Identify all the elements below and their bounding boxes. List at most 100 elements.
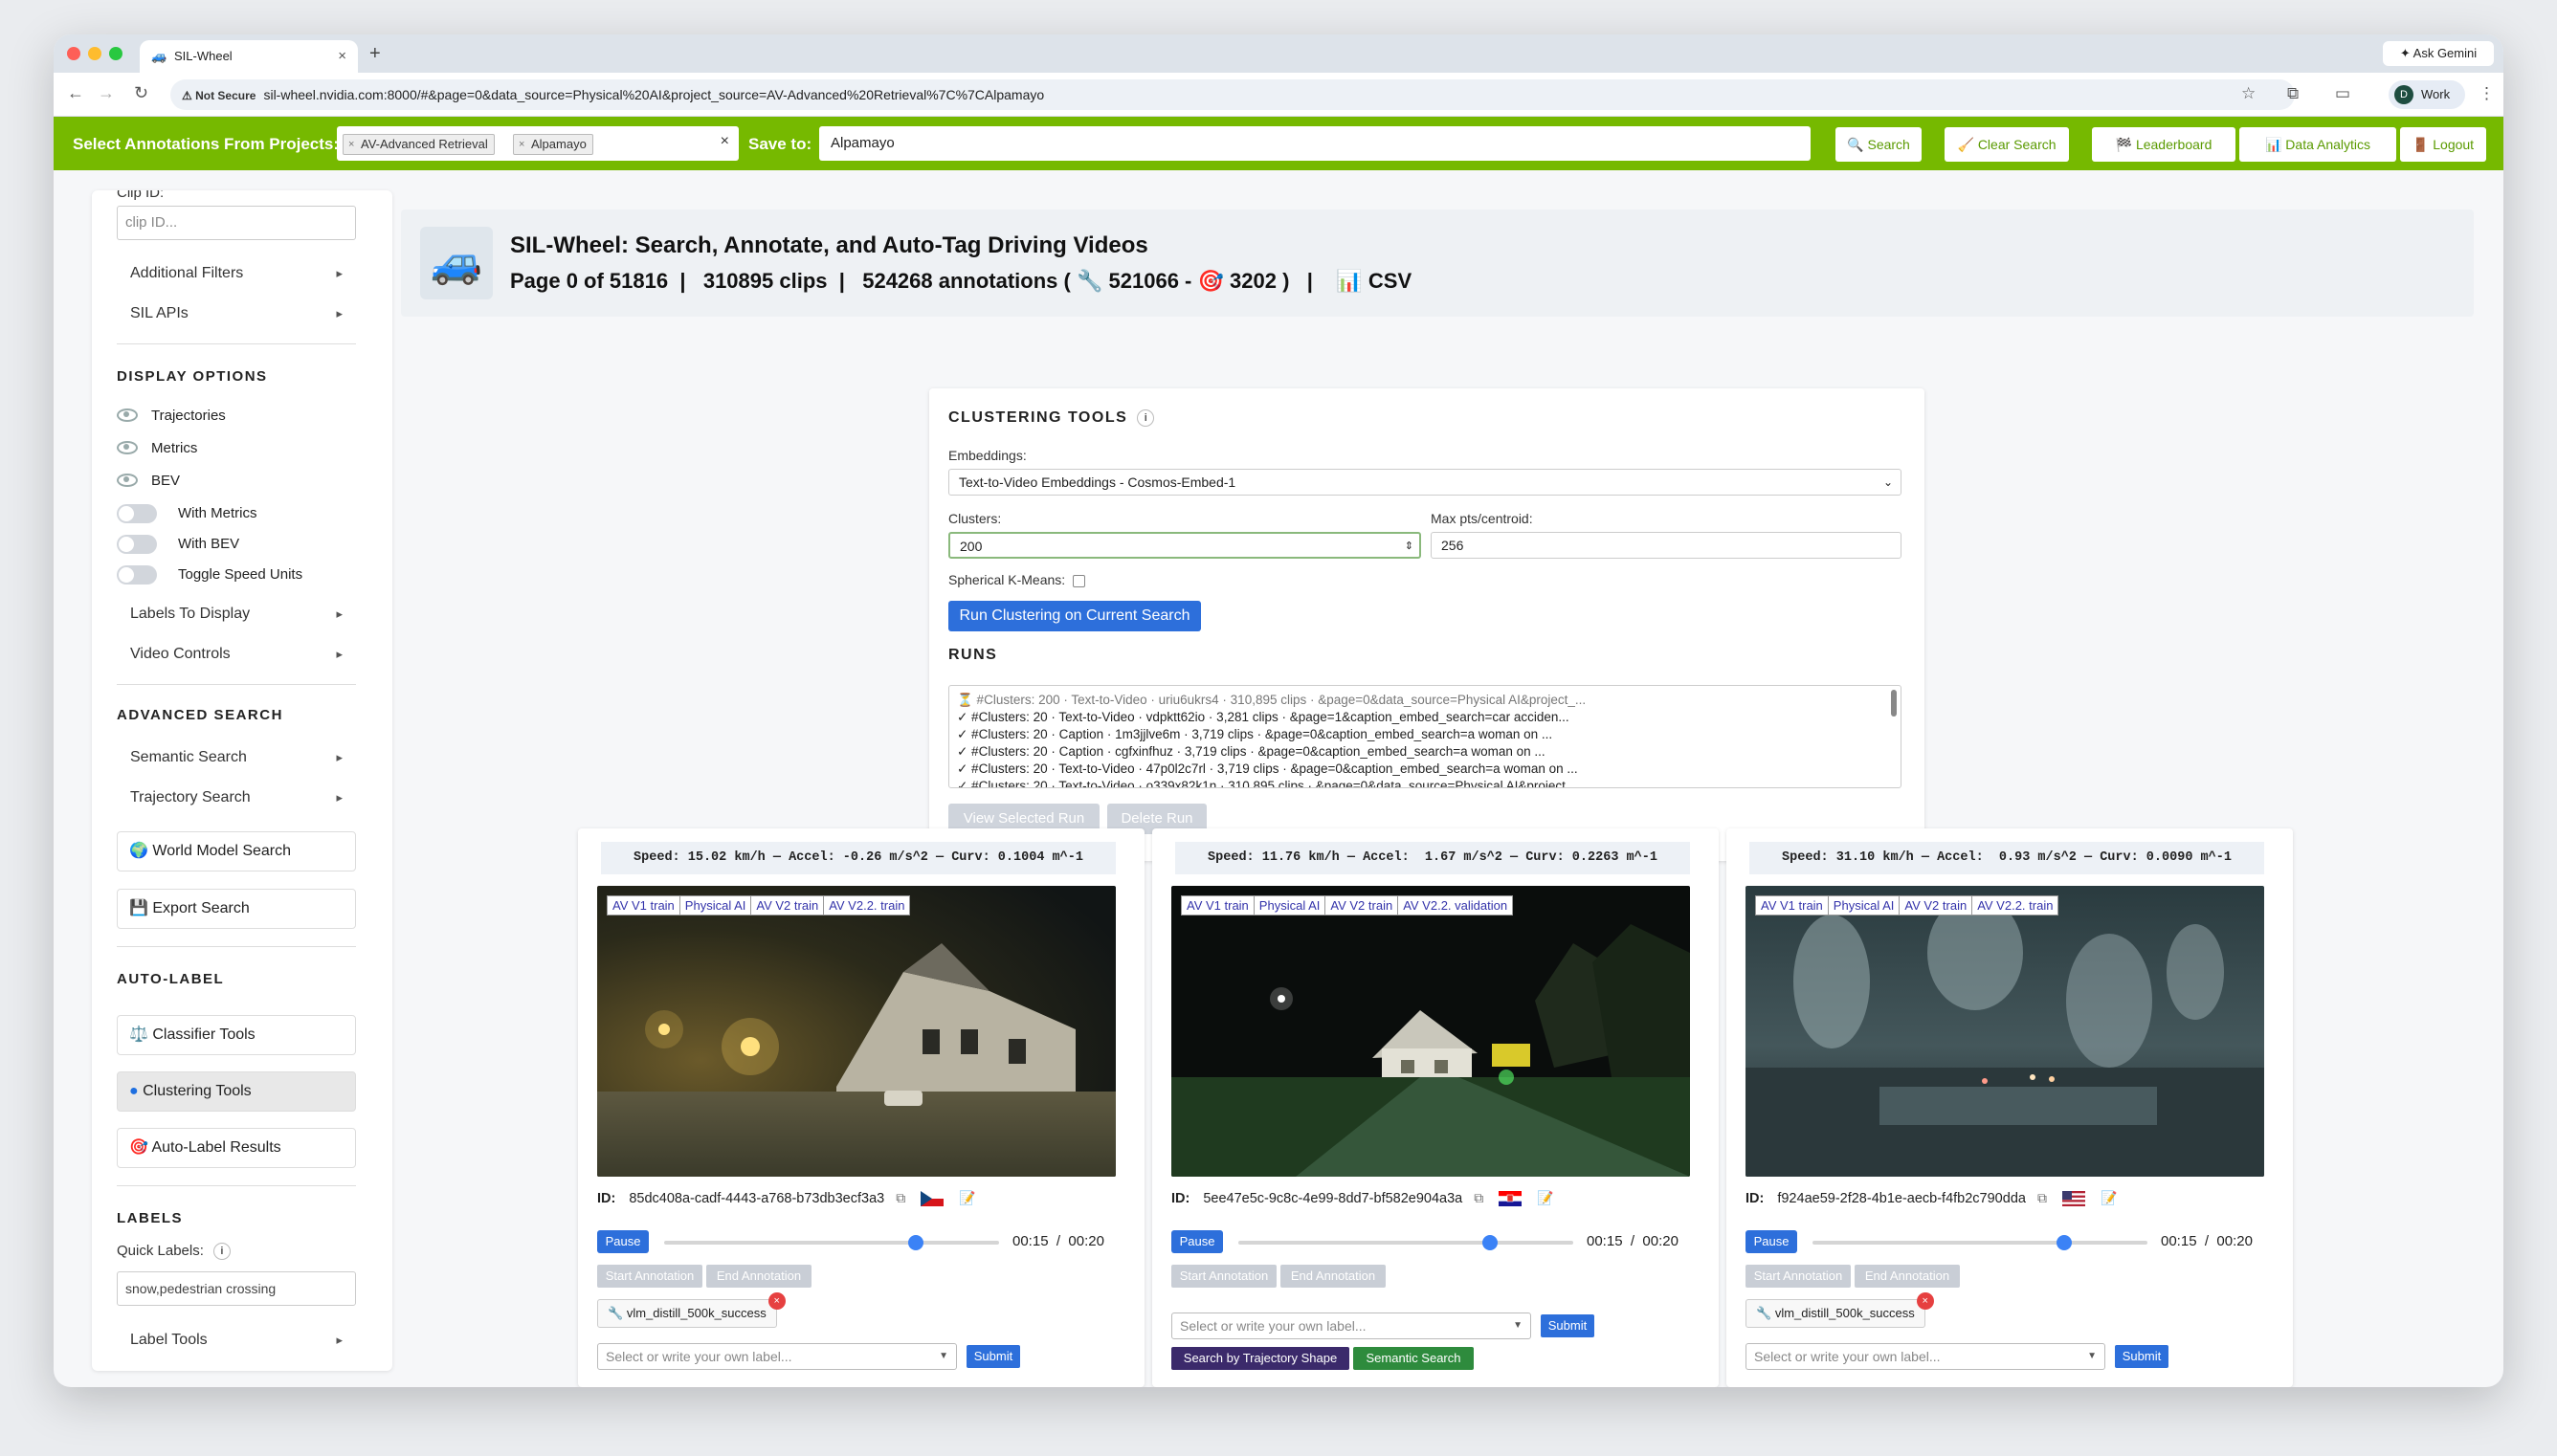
seek-slider[interactable] [1812,1235,2147,1250]
quick-labels-input[interactable]: snow,pedestrian crossing [117,1271,356,1306]
end-annotation-button[interactable]: End Annotation [706,1265,812,1288]
with-bev-switch[interactable]: With BEV [117,535,239,554]
with-metrics-switch[interactable]: With Metrics [117,504,257,523]
start-annotation-button[interactable]: Start Annotation [1171,1265,1277,1288]
clusters-input[interactable]: 200 ⇕ [948,532,1421,559]
run-item[interactable]: ✓ #Clusters: 20 · Text-to-Video · o339x8… [957,778,1901,787]
browser-tab[interactable]: 🚙 SIL-Wheel × [140,40,358,73]
bev-toggle[interactable]: BEV [117,472,180,491]
auto-label-results-button[interactable]: 🎯 Auto-Label Results [117,1128,356,1168]
copy-icon[interactable]: ⧉ [1474,1190,1483,1206]
world-model-search-button[interactable]: 🌍 World Model Search [117,831,356,871]
trajectory-search-dropdown[interactable]: Trajectory Search ▸ [117,780,356,816]
sil-apis-dropdown[interactable]: SIL APIs ▸ [117,296,356,332]
video-player[interactable]: AV V1 train Physical AI AV V2 train AV V2.2… [1171,886,1690,1177]
start-annotation-button[interactable]: Start Annotation [597,1265,702,1288]
logout-button[interactable]: 🚪 Logout [2400,127,2486,162]
project-chip[interactable]: × Alpamayo [513,134,593,155]
copy-icon[interactable]: ⧉ [896,1190,905,1206]
end-annotation-button[interactable]: End Annotation [1855,1265,1960,1288]
remove-label-icon[interactable]: × [1916,1292,1934,1310]
run-item[interactable]: ⏳ #Clusters: 200 · Text-to-Video · uriu6… [957,692,1901,709]
semantic-search-dropdown[interactable]: Semantic Search ▸ [117,739,356,776]
metrics-toggle[interactable]: Metrics [117,439,197,458]
embeddings-select[interactable]: Text-to-Video Embeddings - Cosmos-Embed-… [948,469,1901,496]
label-chip[interactable]: 🔧 vlm_distill_500k_success × [597,1292,786,1328]
search-by-trajectory-button[interactable]: Search by Trajectory Shape [1171,1347,1349,1370]
ask-gemini-button[interactable]: ✦ Ask Gemini [2383,41,2494,66]
speed-units-switch[interactable]: Toggle Speed Units [117,565,302,585]
pause-button[interactable]: Pause [597,1230,649,1253]
url-field[interactable]: ⚠ Not Secure sil-wheel.nvidia.com:8000/#&… [170,79,2295,110]
new-tab-icon[interactable]: + [369,40,381,67]
edit-note-icon[interactable]: 📝 [1537,1190,1553,1206]
submit-label-button[interactable]: Submit [2115,1345,2168,1368]
minimize-window-button[interactable] [88,47,101,60]
labels-to-display-dropdown[interactable]: Labels To Display ▸ [117,596,356,632]
save-to-input[interactable]: Alpamayo [819,126,1811,161]
back-icon[interactable]: ← [67,83,84,103]
clip-id-input[interactable]: clip ID... [117,206,356,240]
submit-label-button[interactable]: Submit [1541,1314,1594,1337]
profile-button[interactable]: D Work [2389,80,2465,109]
project-chip[interactable]: × AV-Advanced Retrieval [343,134,495,155]
max-pts-input[interactable]: 256 [1431,532,1901,559]
run-item[interactable]: ✓ #Clusters: 20 · Text-to-Video · 47p0l2… [957,761,1901,778]
edit-note-icon[interactable]: 📝 [2101,1190,2117,1206]
spherical-kmeans-checkbox[interactable] [1073,574,1086,587]
star-icon[interactable]: ☆ [2241,84,2256,103]
label-select[interactable]: Select or write your own label... ▼ [597,1343,957,1370]
seek-thumb[interactable] [1481,1235,1498,1250]
run-item[interactable]: ✓ #Clusters: 20 · Caption · cgfxinfhuz ·… [957,743,1901,761]
edit-note-icon[interactable]: 📝 [959,1190,975,1206]
close-window-button[interactable] [67,47,80,60]
start-annotation-button[interactable]: Start Annotation [1745,1265,1851,1288]
submit-label-button[interactable]: Submit [967,1345,1020,1368]
projects-multiselect[interactable]: × AV-Advanced Retrieval × Alpamayo × [337,126,739,161]
additional-filters-dropdown[interactable]: Additional Filters ▸ [117,255,356,292]
search-button[interactable]: 🔍 Search [1835,127,1922,162]
pause-button[interactable]: Pause [1745,1230,1797,1253]
runs-scrollbar[interactable] [1891,690,1897,717]
not-secure-badge[interactable]: ⚠ Not Secure [182,89,256,102]
sidebar-icon[interactable]: ▭ [2335,84,2350,103]
close-tab-icon[interactable]: × [338,40,346,73]
semantic-search-button[interactable]: Semantic Search [1353,1347,1474,1370]
run-item[interactable]: ✓ #Clusters: 20 · Text-to-Video · vdpktt… [957,709,1901,726]
run-clustering-button[interactable]: Run Clustering on Current Search [948,601,1201,631]
maximize-window-button[interactable] [109,47,122,60]
runs-list[interactable]: ⏳ #Clusters: 200 · Text-to-Video · uriu6… [948,685,1901,788]
extensions-icon[interactable]: ⧉ [2287,84,2299,103]
video-player[interactable]: AV V1 train Physical AI AV V2 train AV V2.2… [597,886,1116,1177]
clustering-tools-button[interactable]: ● Clustering Tools [117,1071,356,1112]
info-icon[interactable]: i [212,1243,231,1261]
video-controls-dropdown[interactable]: Video Controls ▸ [117,636,356,673]
run-item[interactable]: ✓ #Clusters: 20 · Caption · 1m3jjlve6m ·… [957,726,1901,743]
info-icon[interactable]: i [1137,409,1155,427]
export-search-button[interactable]: 💾 Export Search [117,889,356,929]
label-select[interactable]: Select or write your own label... ▼ [1171,1313,1531,1339]
remove-label-icon[interactable]: × [767,1292,786,1310]
video-player[interactable]: AV V1 train Physical AI AV V2 train AV V2.2… [1745,886,2264,1177]
menu-icon[interactable]: ⋮ [2479,84,2495,103]
seek-slider[interactable] [664,1235,999,1250]
classifier-tools-button[interactable]: ⚖️ Classifier Tools [117,1015,356,1055]
pause-button[interactable]: Pause [1171,1230,1223,1253]
clear-projects-icon[interactable]: × [721,133,729,150]
trajectories-toggle[interactable]: Trajectories [117,407,226,426]
csv-link[interactable]: 📊 CSV [1336,269,1412,293]
leaderboard-button[interactable]: 🏁 Leaderboard [2092,127,2235,162]
forward-icon[interactable]: → [98,83,115,103]
video-tags: AV V1 train Physical AI AV V2 train AV V2.2… [607,895,911,916]
label-tools-dropdown[interactable]: Label Tools ▸ [117,1322,356,1358]
label-select[interactable]: Select or write your own label... ▼ [1745,1343,2105,1370]
label-chip[interactable]: 🔧 vlm_distill_500k_success × [1745,1292,1934,1328]
end-annotation-button[interactable]: End Annotation [1280,1265,1386,1288]
seek-slider[interactable] [1238,1235,1573,1250]
reload-icon[interactable]: ↻ [134,83,148,103]
data-analytics-button[interactable]: 📊 Data Analytics [2239,127,2396,162]
seek-thumb[interactable] [907,1235,923,1250]
seek-thumb[interactable] [2056,1235,2072,1250]
copy-icon[interactable]: ⧉ [2037,1190,2047,1206]
clear-search-button[interactable]: 🧹 Clear Search [1945,127,2069,162]
